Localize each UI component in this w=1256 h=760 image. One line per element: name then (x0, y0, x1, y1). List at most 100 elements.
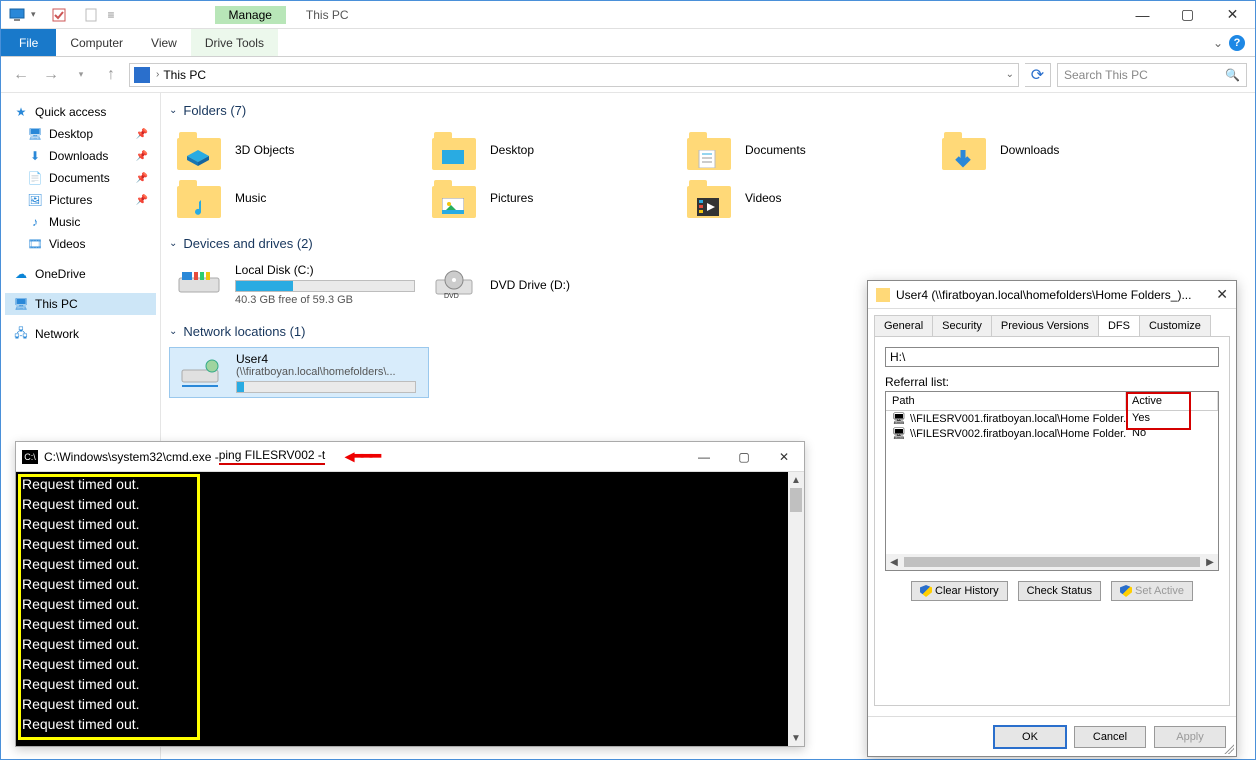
sidebar-thispc[interactable]: 🖥This PC (5, 293, 156, 315)
drive-dvd-d[interactable]: DVD DVD Drive (D:) (424, 259, 679, 310)
sidebar-onedrive[interactable]: ☁OneDrive (5, 263, 156, 285)
qat-overflow-icon[interactable]: ≡ (108, 8, 115, 22)
cmd-output[interactable]: Request timed out. Request timed out. Re… (16, 472, 804, 746)
folders-header[interactable]: ⌄Folders (7) (161, 99, 1255, 122)
checkbox-icon[interactable] (50, 6, 68, 24)
drive-name: DVD Drive (D:) (490, 278, 570, 292)
expand-ribbon-icon[interactable]: ⌄ (1213, 36, 1223, 50)
cmd-window: C:\ C:\Windows\system32\cmd.exe - ping F… (15, 441, 805, 747)
cmd-maximize-button[interactable]: ▢ (724, 442, 764, 472)
referral-table[interactable]: Path Active 🖥\\FILESRV001.firatboyan.loc… (885, 391, 1219, 571)
help-icon[interactable]: ? (1229, 35, 1245, 51)
search-icon[interactable]: 🔍 (1225, 68, 1240, 82)
monitor-icon[interactable] (9, 6, 27, 24)
document-icon[interactable] (82, 6, 100, 24)
scroll-up-icon[interactable]: ▲ (788, 472, 804, 488)
network-drive-user4[interactable]: User4 (\\firatboyan.local\homefolders\..… (169, 347, 429, 398)
up-button[interactable]: ↑ (99, 63, 123, 87)
scroll-thumb[interactable] (904, 557, 1200, 567)
sidebar-item-music[interactable]: ♪Music (5, 211, 156, 233)
computer-tab[interactable]: Computer (56, 29, 137, 56)
properties-close-button[interactable]: ✕ (1216, 286, 1228, 303)
sidebar-network[interactable]: 🖧Network (5, 323, 156, 345)
check-status-button[interactable]: Check Status (1018, 581, 1101, 601)
folder-label: Pictures (490, 191, 533, 205)
view-tab[interactable]: View (137, 29, 191, 56)
folder-icon (876, 288, 890, 302)
recent-dropdown-icon[interactable]: ▾ (69, 63, 93, 87)
dfs-path-input[interactable] (885, 347, 1219, 367)
folder-label: Documents (745, 143, 806, 157)
ok-button[interactable]: OK (994, 726, 1066, 748)
folder-documents[interactable]: Documents (679, 126, 934, 174)
sidebar-item-label: Documents (49, 171, 110, 185)
breadcrumb-chevron-icon[interactable]: › (156, 69, 159, 80)
tab-general[interactable]: General (874, 315, 933, 336)
chevron-down-icon: ⌄ (169, 238, 177, 249)
row-path: \\FILESRV002.firatboyan.local\Home Folde… (910, 428, 1126, 440)
pc-icon: 🖥 (13, 296, 29, 312)
resize-grip-icon[interactable] (1222, 742, 1234, 754)
scroll-right-icon[interactable]: ▶ (1202, 557, 1218, 568)
folder-music[interactable]: Music (169, 174, 424, 222)
address-dropdown-icon[interactable]: ⌄ (1006, 69, 1014, 80)
document-icon: 📄 (27, 170, 43, 186)
picture-icon: 🖼 (27, 192, 43, 208)
pin-icon: 📌 (136, 195, 148, 206)
scroll-down-icon[interactable]: ▼ (788, 730, 804, 746)
tab-previous-versions[interactable]: Previous Versions (991, 315, 1099, 336)
sidebar-item-downloads[interactable]: ⬇Downloads📌 (5, 145, 156, 167)
apply-button: Apply (1154, 726, 1226, 748)
search-box[interactable]: Search This PC 🔍 (1057, 63, 1247, 87)
video-icon: 🎞 (27, 236, 43, 252)
cmd-scrollbar[interactable]: ▲ ▼ (788, 472, 804, 746)
drivetools-tab[interactable]: Drive Tools (191, 29, 278, 56)
file-menu[interactable]: File (1, 29, 56, 56)
folder-downloads[interactable]: Downloads (934, 126, 1189, 174)
network-icon: 🖧 (13, 326, 29, 342)
close-button[interactable]: ✕ (1210, 1, 1255, 29)
qat-dropdown-icon[interactable]: ▾ (31, 9, 36, 20)
horizontal-scrollbar[interactable]: ◀ ▶ (886, 554, 1218, 570)
sidebar-item-label: Downloads (49, 149, 108, 163)
breadcrumb[interactable]: This PC (163, 68, 206, 82)
properties-titlebar[interactable]: User4 (\\firatboyan.local\homefolders\Ho… (868, 281, 1236, 309)
folder-3d-objects[interactable]: 3D Objects (169, 126, 424, 174)
folder-icon (177, 130, 221, 170)
cancel-button[interactable]: Cancel (1074, 726, 1146, 748)
cloud-icon: ☁ (13, 266, 29, 282)
refresh-button[interactable]: ⟳ (1025, 63, 1051, 87)
back-button[interactable]: ← (9, 63, 33, 87)
folder-label: Videos (745, 191, 781, 205)
search-placeholder: Search This PC (1064, 68, 1148, 82)
folder-icon (432, 178, 476, 218)
folder-desktop[interactable]: Desktop (424, 126, 679, 174)
sidebar-quick-access[interactable]: ★ Quick access (5, 101, 156, 123)
minimize-button[interactable]: — (1120, 1, 1165, 29)
tab-customize[interactable]: Customize (1139, 315, 1211, 336)
scroll-thumb[interactable] (790, 488, 802, 512)
drives-header[interactable]: ⌄Devices and drives (2) (161, 232, 1255, 255)
folder-pictures[interactable]: Pictures (424, 174, 679, 222)
drive-local-c[interactable]: Local Disk (C:) 40.3 GB free of 59.3 GB (169, 259, 424, 310)
sidebar-item-videos[interactable]: 🎞Videos (5, 233, 156, 255)
maximize-button[interactable]: ▢ (1165, 1, 1210, 29)
scroll-left-icon[interactable]: ◀ (886, 557, 902, 568)
sidebar-item-documents[interactable]: 📄Documents📌 (5, 167, 156, 189)
cmd-close-button[interactable]: ✕ (764, 442, 804, 472)
tab-dfs[interactable]: DFS (1098, 315, 1140, 336)
cmd-titlebar[interactable]: C:\ C:\Windows\system32\cmd.exe - ping F… (16, 442, 804, 472)
drive-name: Local Disk (C:) (235, 263, 415, 277)
col-path[interactable]: Path (886, 392, 1126, 410)
sidebar-item-desktop[interactable]: 🖥Desktop📌 (5, 123, 156, 145)
clear-history-button[interactable]: Clear History (911, 581, 1008, 601)
tab-security[interactable]: Security (932, 315, 992, 336)
set-active-button: Set Active (1111, 581, 1193, 601)
sidebar-item-pictures[interactable]: 🖼Pictures📌 (5, 189, 156, 211)
forward-button[interactable]: → (39, 63, 63, 87)
address-bar[interactable]: › This PC ⌄ (129, 63, 1019, 87)
cmd-minimize-button[interactable]: — (684, 442, 724, 472)
manage-tab[interactable]: Manage (215, 6, 286, 24)
folder-videos[interactable]: Videos (679, 174, 934, 222)
ribbon-help: ⌄ ? (1213, 29, 1245, 56)
